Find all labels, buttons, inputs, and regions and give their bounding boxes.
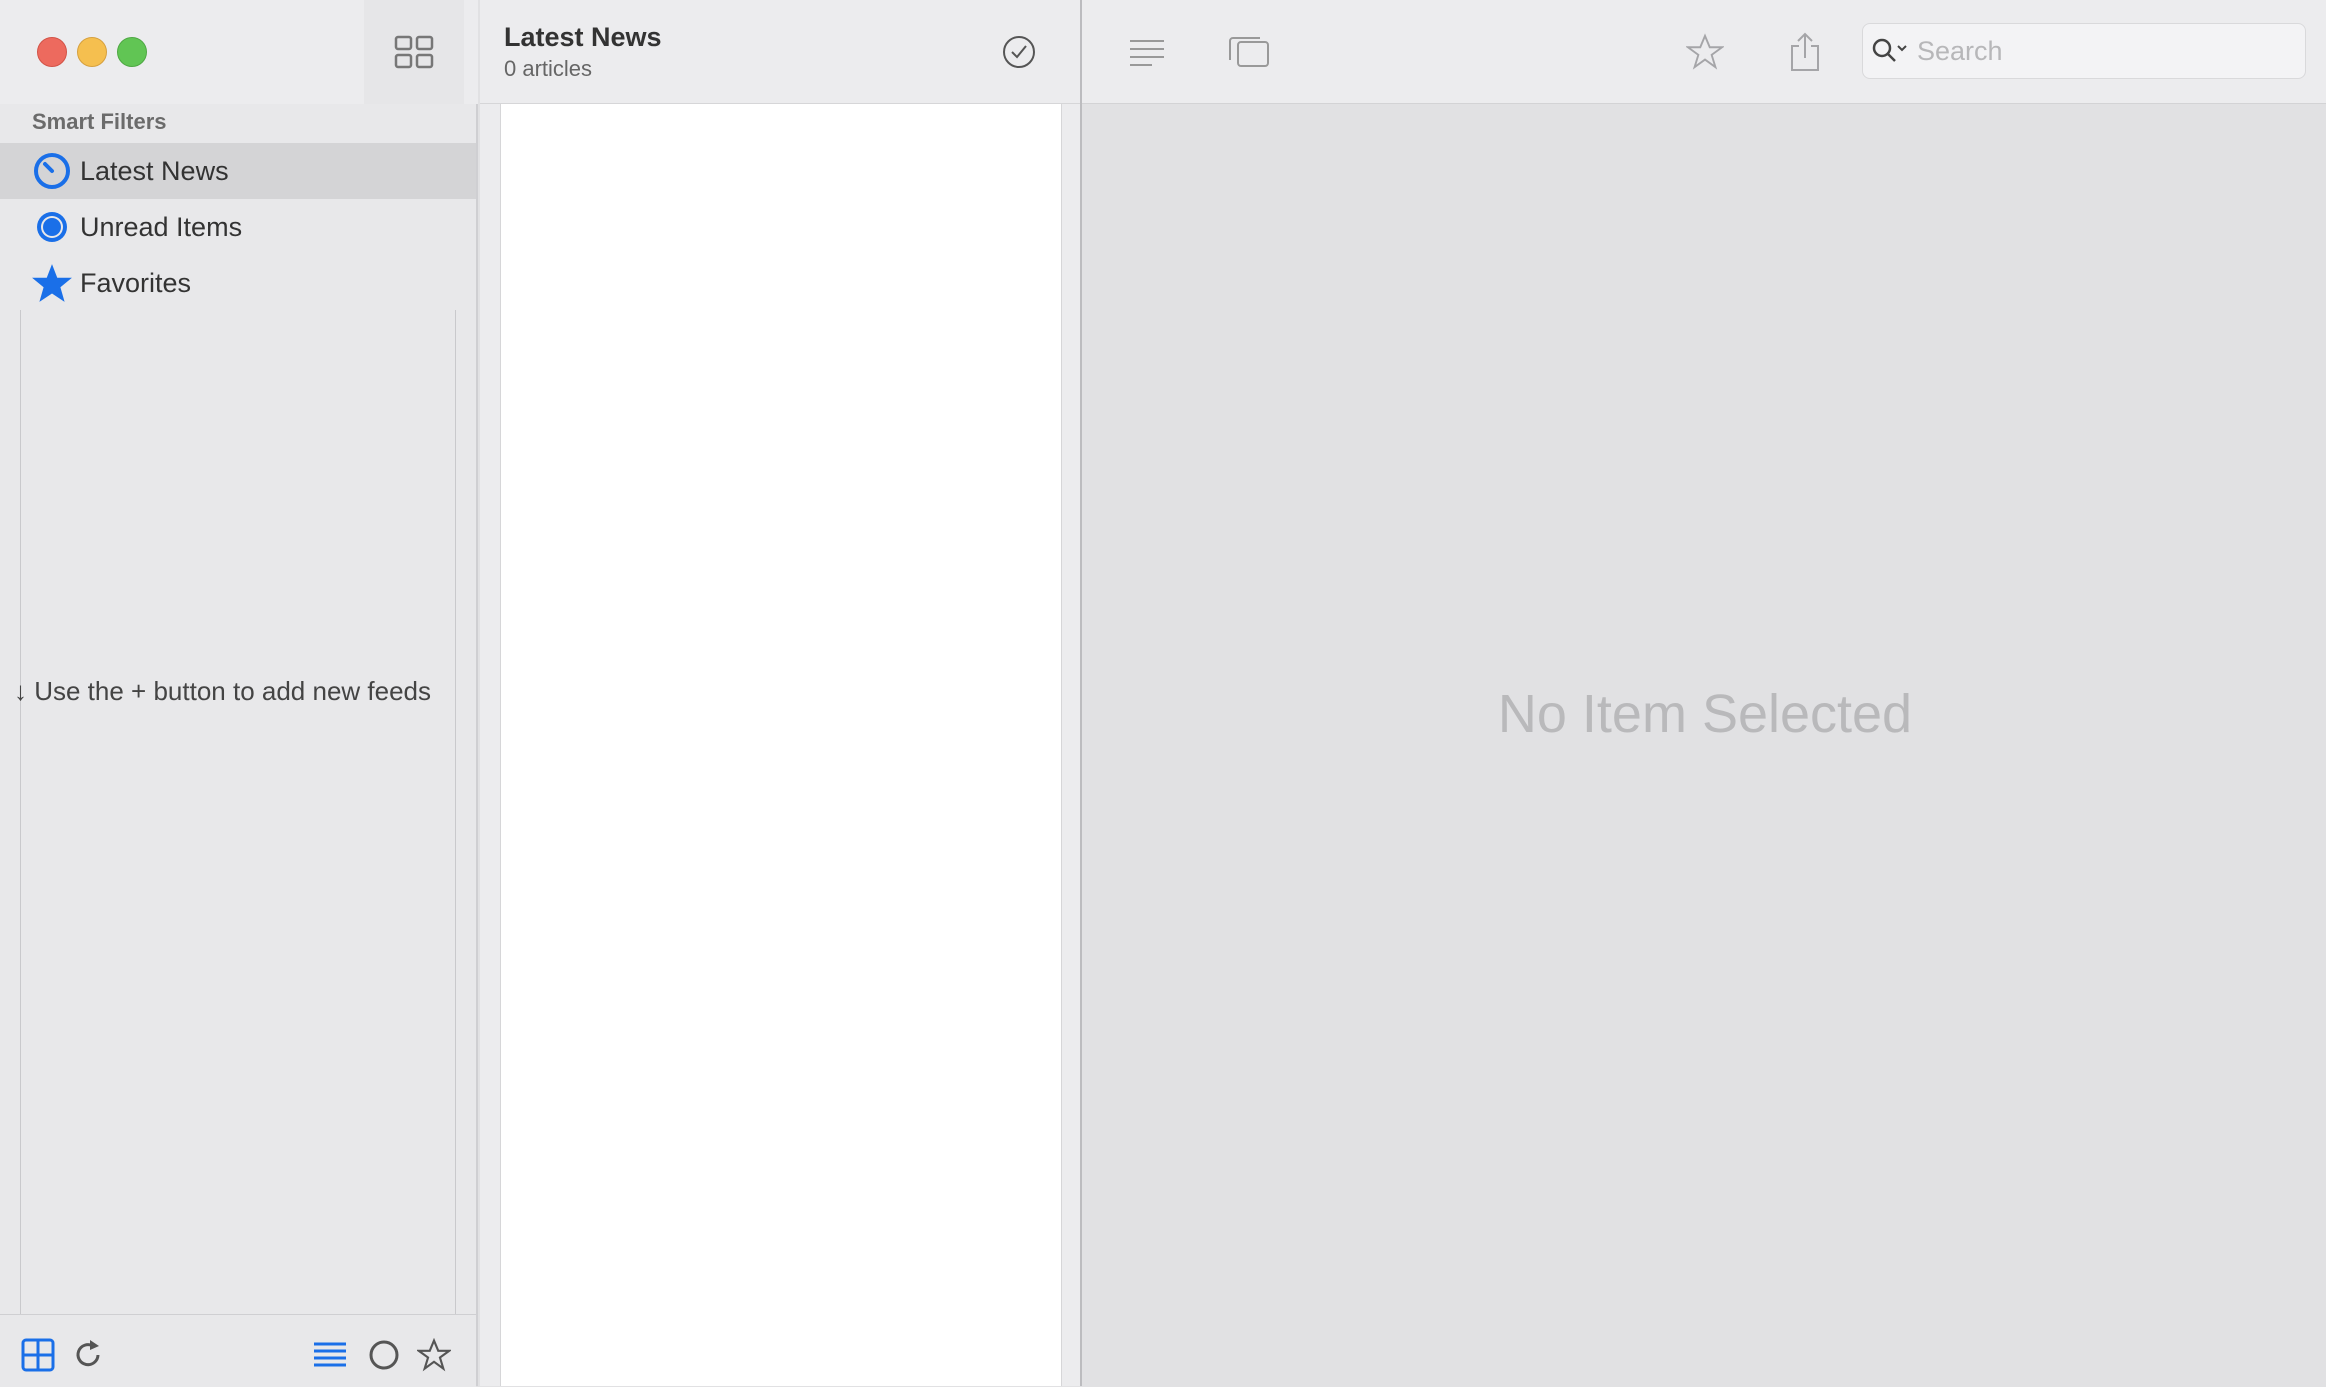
search-icon [1872, 38, 1907, 62]
sidebar-item-label: Latest News [80, 155, 229, 186]
sidebar: Smart Filters Latest News Unread Items F… [0, 0, 478, 1387]
article-detail-pane: No Item Selected [1080, 0, 2326, 1386]
favorite-button[interactable] [1656, 0, 1754, 104]
add-grid-icon [21, 1338, 55, 1372]
add-feed-button[interactable] [20, 1337, 56, 1373]
article-list-header: Latest News 0 articles [480, 0, 1080, 104]
article-count: 0 articles [504, 56, 593, 81]
sidebar-item-label: Unread Items [80, 211, 243, 242]
refresh-icon [76, 1340, 100, 1367]
sidebar-footer [0, 1314, 476, 1387]
filter-unread-button[interactable] [366, 1337, 402, 1373]
filter-favorites-button[interactable] [416, 1337, 452, 1373]
reader-view-button[interactable] [1098, 0, 1196, 104]
open-in-browser-button[interactable] [1200, 0, 1298, 104]
search-options-button[interactable] [1867, 31, 1913, 71]
star-icon [30, 261, 74, 305]
no-item-selected-text: No Item Selected [1497, 684, 1913, 744]
article-list[interactable] [500, 104, 1062, 1386]
refresh-button[interactable] [70, 1337, 106, 1373]
circle-icon [30, 205, 74, 249]
feeds-list [20, 310, 456, 1314]
windows-icon [1229, 37, 1269, 67]
mark-all-read-button[interactable] [972, 0, 1066, 104]
add-feeds-hint: ↓ Use the + button to add new feeds [14, 676, 432, 706]
text-lines-icon [1130, 40, 1164, 66]
checkmark-circle-icon [1003, 36, 1035, 68]
smart-filters-header: Smart Filters [32, 109, 167, 134]
window-minimize-button[interactable] [77, 37, 107, 67]
star-outline-icon [1686, 33, 1724, 70]
sidebar-item-latest-news[interactable]: Latest News [0, 143, 476, 199]
share-icon [1791, 32, 1819, 71]
window-zoom-button[interactable] [117, 37, 147, 67]
sidebar-item-unread-items[interactable]: Unread Items [0, 199, 476, 255]
share-button[interactable] [1756, 0, 1854, 104]
star-outline-icon [417, 1338, 451, 1372]
article-list-pane: Latest News 0 articles [480, 0, 1080, 1386]
search-field[interactable] [1862, 23, 2306, 79]
detail-toolbar [1082, 0, 2326, 104]
window-close-button[interactable] [37, 37, 67, 67]
sidebar-grid-icon [394, 35, 434, 69]
sidebar-toggle-button[interactable] [364, 0, 464, 104]
filter-all-button[interactable] [312, 1337, 348, 1373]
search-input[interactable] [1913, 35, 2281, 67]
sidebar-item-label: Favorites [80, 267, 192, 298]
clock-icon [30, 149, 74, 193]
circle-outline-icon [369, 1340, 399, 1370]
article-list-title: Latest News [504, 22, 662, 52]
list-icon [314, 1342, 346, 1367]
sidebar-titlebar [0, 0, 478, 104]
sidebar-item-favorites[interactable]: Favorites [0, 255, 476, 311]
